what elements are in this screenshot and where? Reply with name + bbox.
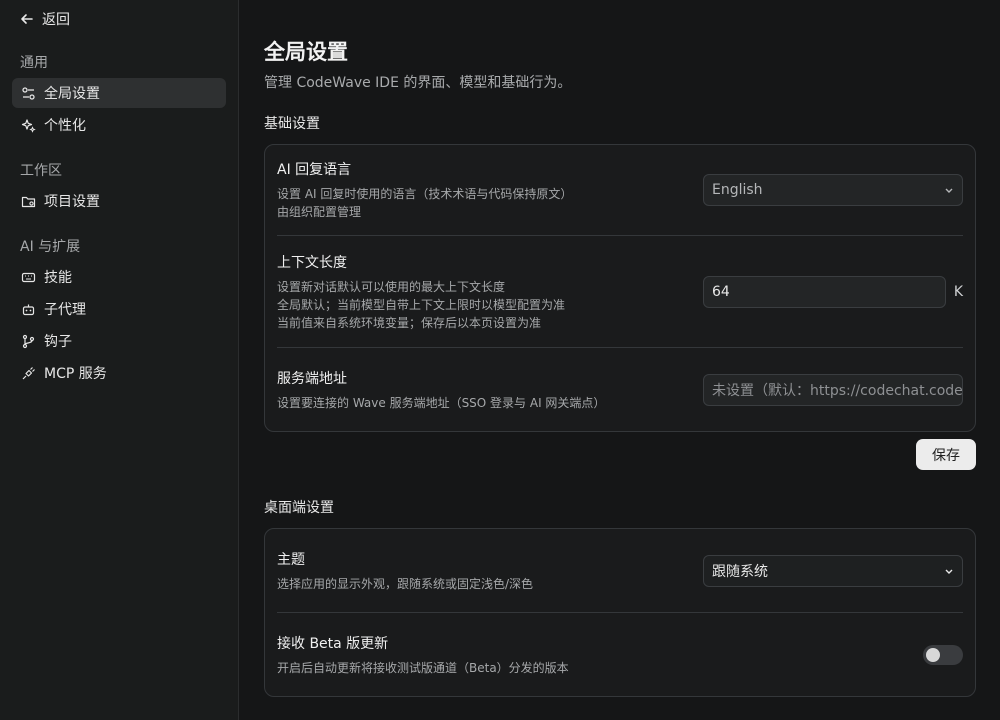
save-button[interactable]: 保存 xyxy=(916,439,976,470)
setting-row-theme: 主题 选择应用的显示外观，跟随系统或固定浅色/深色 跟随系统 xyxy=(277,529,963,613)
sidebar-item-label: MCP 服务 xyxy=(44,366,107,382)
sidebar-item-skills[interactable]: 技能 xyxy=(12,262,226,292)
sidebar-item-project-settings[interactable]: 项目设置 xyxy=(12,186,226,216)
section-title-desktop: 桌面端设置 xyxy=(264,500,334,516)
theme-desc: 选择应用的显示外观，跟随系统或固定浅色/深色 xyxy=(277,576,534,591)
page-subtitle: 管理 CodeWave IDE 的界面、模型和基础行为。 xyxy=(264,75,572,91)
sidebar-item-label: 钩子 xyxy=(44,334,72,350)
context-length-input[interactable]: 64 xyxy=(703,275,946,308)
desktop-settings-card: 主题 选择应用的显示外观，跟随系统或固定浅色/深色 跟随系统 接收 Beta 版… xyxy=(264,528,976,697)
context-length-label: 上下文长度 xyxy=(277,254,347,271)
sidebar-item-label: 个性化 xyxy=(44,118,86,134)
beta-desc: 开启后自动更新将接收测试版通道（Beta）分发的版本 xyxy=(277,660,569,675)
setting-row-server-url: 服务端地址 设置要连接的 Wave 服务端地址（SSO 登录与 AI 网关端点）… xyxy=(277,348,963,431)
theme-select[interactable]: 跟随系统 xyxy=(703,554,963,587)
section-title-basic: 基础设置 xyxy=(264,116,320,132)
save-bar: 保存 xyxy=(264,439,976,470)
context-length-desc-2: 全局默认；当前模型自带上下文上限时以模型配置为准 xyxy=(277,297,566,312)
theme-value: 跟随系统 xyxy=(712,563,768,580)
chevron-down-icon xyxy=(945,569,953,574)
sidebar-item-personalization[interactable]: 个性化 xyxy=(12,110,226,140)
ai-language-managed-note: 由组织配置管理 xyxy=(277,205,362,219)
plug-icon xyxy=(20,365,36,381)
sidebar-item-label: 全局设置 xyxy=(44,86,100,102)
keyboard-icon xyxy=(20,269,36,285)
bot-icon xyxy=(20,301,36,317)
server-url-placeholder: 未设置（默认：https://codechat.codew xyxy=(712,382,963,399)
beta-updates-toggle[interactable] xyxy=(923,644,963,665)
sidebar-item-global-settings[interactable]: 全局设置 xyxy=(12,78,226,108)
context-length-unit: K xyxy=(953,283,963,300)
ai-language-select[interactable]: English xyxy=(703,174,963,206)
sidebar-item-label: 项目设置 xyxy=(44,194,100,210)
context-length-desc-3: 当前值来自系统环境变量；保存后以本页设置为准 xyxy=(277,315,542,330)
group-title-general: 通用 xyxy=(20,55,48,71)
setting-row-ai-language: AI 回复语言 设置 AI 回复时使用的语言（技术术语与代码保持原文） 由组织配… xyxy=(277,145,963,236)
server-url-desc: 设置要连接的 Wave 服务端地址（SSO 登录与 AI 网关端点） xyxy=(277,395,606,410)
sidebar-item-label: 技能 xyxy=(44,270,72,286)
sliders-icon xyxy=(20,85,36,101)
folder-gear-icon xyxy=(20,193,36,209)
back-button[interactable]: 返回 xyxy=(0,8,238,30)
back-label: 返回 xyxy=(42,12,70,28)
server-url-label: 服务端地址 xyxy=(277,370,347,387)
main-content: 全局设置 管理 CodeWave IDE 的界面、模型和基础行为。 基础设置 A… xyxy=(239,0,1000,720)
sidebar-item-mcp-services[interactable]: MCP 服务 xyxy=(12,358,226,388)
toggle-knob xyxy=(926,647,940,662)
group-title-ai-extensions: AI 与扩展 xyxy=(20,239,81,255)
context-length-desc: 设置新对话默认可以使用的最大上下文长度 xyxy=(277,279,506,294)
context-length-value: 64 xyxy=(712,283,730,300)
sidebar: 返回 通用 全局设置 个性化 工作区 项目设置 AI 与扩展 技能 子代理 钩子… xyxy=(0,0,239,720)
sidebar-item-label: 子代理 xyxy=(44,302,86,318)
theme-label: 主题 xyxy=(277,551,305,568)
basic-settings-card: AI 回复语言 设置 AI 回复时使用的语言（技术术语与代码保持原文） 由组织配… xyxy=(264,144,976,432)
page-title: 全局设置 xyxy=(264,40,348,64)
ai-language-label: AI 回复语言 xyxy=(277,162,352,178)
beta-label: 接收 Beta 版更新 xyxy=(277,635,389,652)
sidebar-item-subagents[interactable]: 子代理 xyxy=(12,294,226,324)
server-url-input[interactable]: 未设置（默认：https://codechat.codew xyxy=(703,373,963,406)
git-branch-icon xyxy=(20,333,36,349)
setting-row-context-length: 上下文长度 设置新对话默认可以使用的最大上下文长度 全局默认；当前模型自带上下文… xyxy=(277,236,963,348)
sidebar-item-hooks[interactable]: 钩子 xyxy=(12,326,226,356)
ai-language-value: English xyxy=(712,182,763,198)
chevron-down-icon xyxy=(945,188,953,193)
ai-language-desc: 设置 AI 回复时使用的语言（技术术语与代码保持原文） xyxy=(277,187,573,201)
group-title-workspace: 工作区 xyxy=(20,163,62,179)
setting-row-beta-updates: 接收 Beta 版更新 开启后自动更新将接收测试版通道（Beta）分发的版本 xyxy=(277,613,963,696)
arrow-left-icon xyxy=(21,14,33,24)
sparkle-icon xyxy=(20,117,36,133)
